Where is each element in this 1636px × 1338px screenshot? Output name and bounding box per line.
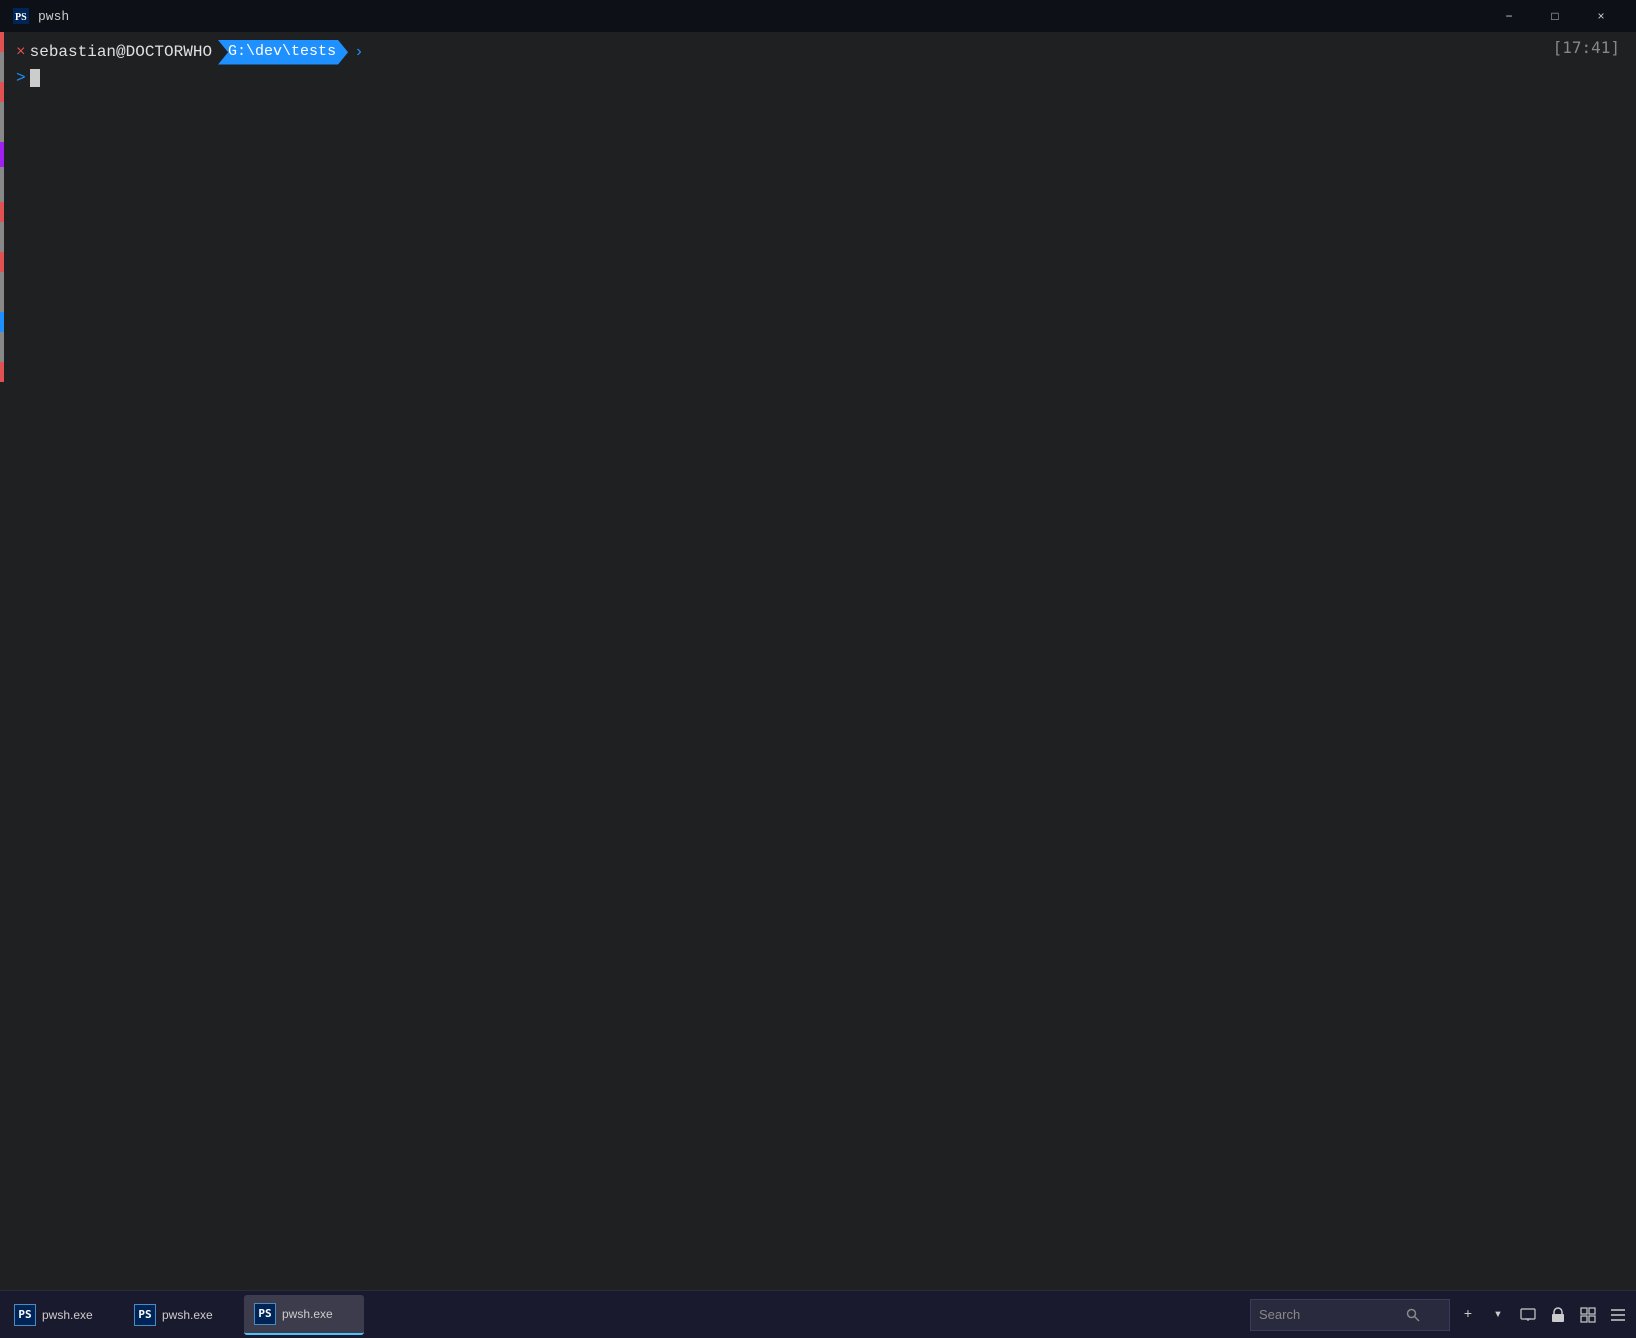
taskbar-search-box[interactable] [1250,1299,1450,1331]
monitor-button[interactable] [1514,1301,1542,1329]
dropdown-button[interactable]: ▾ [1484,1301,1512,1329]
taskbar-label-1: pwsh.exe [42,1308,93,1322]
pwsh-icon-3: PS [254,1303,276,1325]
taskbar-label-2: pwsh.exe [162,1308,213,1322]
maximize-button[interactable]: □ [1532,0,1578,32]
prompt-line: × sebastian@DOCTORWHO G:\dev\tests › [16,40,1620,65]
lock-button[interactable] [1544,1301,1572,1329]
cursor [30,69,40,87]
svg-text:PS: PS [15,12,27,23]
prompt-chevron: > [16,69,26,87]
user-host: sebastian@DOCTORWHO [30,40,212,64]
pwsh-icon-1: PS [14,1304,36,1326]
taskbar: PS pwsh.exe PS pwsh.exe PS pwsh.exe + ▾ [0,1290,1636,1338]
side-accents [0,32,6,1290]
menu-button[interactable] [1604,1301,1632,1329]
cursor-line[interactable]: > [16,69,1620,87]
search-icon [1405,1307,1421,1323]
add-tab-button[interactable]: + [1454,1301,1482,1329]
taskbar-item-pwsh1[interactable]: PS pwsh.exe [4,1295,124,1335]
error-indicator: × [16,40,26,64]
window-controls: − □ × [1486,0,1624,32]
taskbar-item-pwsh2[interactable]: PS pwsh.exe [124,1295,244,1335]
taskbar-label-3: pwsh.exe [282,1307,333,1321]
prompt-arrow: › [354,40,364,64]
app-icon: PS [12,7,30,25]
close-button[interactable]: × [1578,0,1624,32]
pwsh-icon-2: PS [134,1304,156,1326]
title-bar: PS pwsh − □ × [0,0,1636,32]
terminal-area[interactable]: [17:41] × sebastian@DOCTORWHO G:\dev\tes… [0,32,1636,1290]
window-button[interactable] [1574,1301,1602,1329]
time-display: [17:41] [1553,38,1620,57]
taskbar-item-pwsh3[interactable]: PS pwsh.exe [244,1295,364,1335]
minimize-button[interactable]: − [1486,0,1532,32]
current-path: G:\dev\tests [218,40,348,65]
window-title: pwsh [38,9,1486,24]
taskbar-right-icons: + ▾ [1454,1301,1632,1329]
search-input[interactable] [1259,1307,1399,1322]
